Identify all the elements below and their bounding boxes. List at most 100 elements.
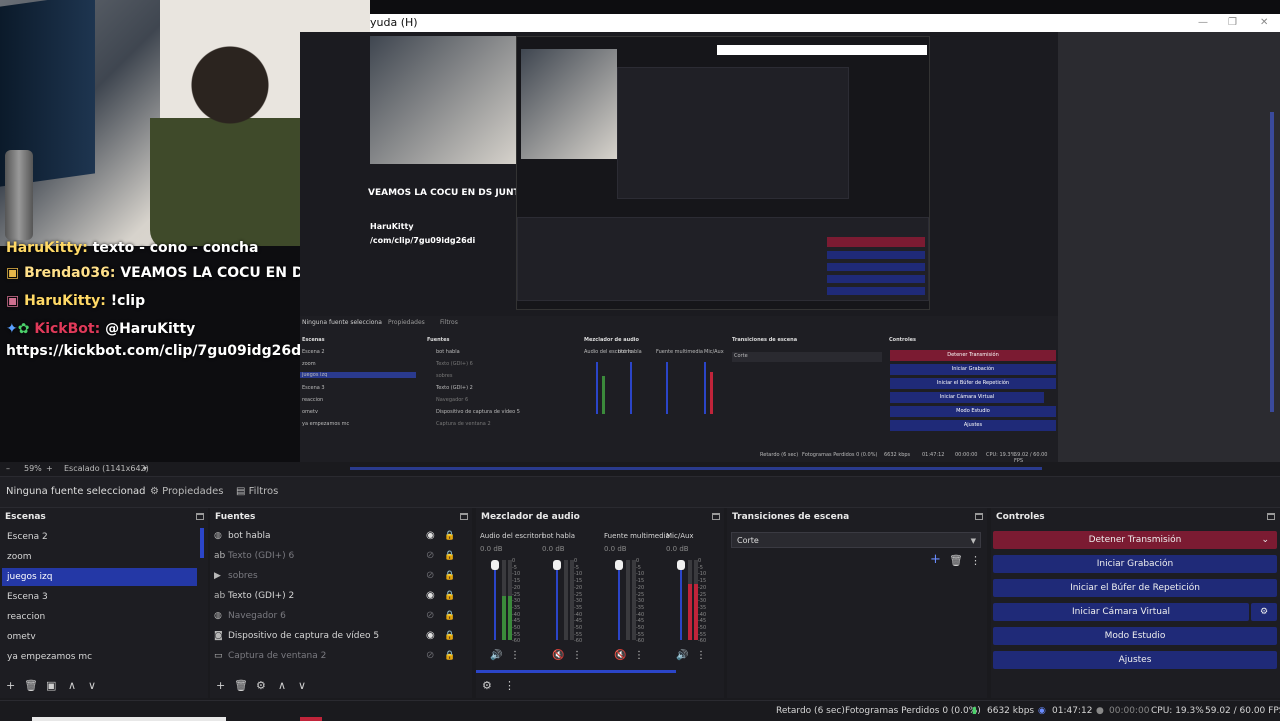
channel-menu-button[interactable]: ⋮ bbox=[572, 650, 582, 661]
scene-item[interactable]: ometv bbox=[2, 628, 197, 646]
fader-handle[interactable] bbox=[491, 560, 499, 570]
channel-menu-button[interactable]: ⋮ bbox=[510, 650, 520, 661]
scene-item[interactable]: zoom bbox=[2, 548, 197, 566]
source-item[interactable]: ab Texto (GDI+) 6 ⊘ 🔒 bbox=[210, 546, 472, 566]
muted-speaker-icon[interactable]: 🔇 bbox=[552, 650, 564, 661]
source-item[interactable]: ▭ Captura de ventana 2 ⊘ 🔒 bbox=[210, 646, 472, 666]
settings-button[interactable]: Ajustes bbox=[993, 651, 1277, 669]
zoom-in-button[interactable]: + bbox=[46, 464, 53, 473]
globe-icon: ◍ bbox=[214, 531, 222, 541]
controls-dock: Controles Detener Transmisión ⌄ Iniciar … bbox=[991, 508, 1280, 698]
mixer-scrollbar[interactable] bbox=[476, 670, 676, 673]
move-up-button[interactable]: ∧ bbox=[278, 680, 286, 692]
eye-off-icon[interactable]: ⊘ bbox=[426, 546, 434, 566]
virtual-camera-button[interactable]: Iniciar Cámara Virtual bbox=[993, 603, 1249, 621]
scene-item[interactable]: ya empezamos mc bbox=[2, 648, 197, 666]
minimize-icon[interactable]: — bbox=[1198, 14, 1208, 32]
source-item[interactable]: ◙ Dispositivo de captura de vídeo 5 ◉ 🔒 bbox=[210, 626, 472, 646]
scene-item[interactable]: Escena 3 bbox=[2, 588, 197, 606]
sources-dock: Fuentes ◍ bot habla ◉ 🔒 ab Texto (GDI+) 6 ⊘ 🔒 ▶ s… bbox=[210, 508, 472, 698]
eye-icon[interactable]: ◉ bbox=[426, 586, 435, 606]
transition-menu-button[interactable]: ⋮ bbox=[970, 555, 981, 567]
remove-source-button[interactable]: 🗑 bbox=[234, 680, 248, 692]
chevron-down-icon[interactable]: ⌄ bbox=[1261, 531, 1269, 549]
lock-icon[interactable]: 🔒 bbox=[444, 566, 455, 586]
close-icon[interactable]: ✕ bbox=[1260, 14, 1268, 32]
source-item[interactable]: ◍ bot habla ◉ 🔒 bbox=[210, 526, 472, 546]
chevron-down-icon[interactable]: ▾ bbox=[143, 464, 147, 473]
fader-handle[interactable] bbox=[677, 560, 685, 570]
move-down-button[interactable]: ∨ bbox=[88, 680, 96, 692]
source-properties-button[interactable]: ⚙ bbox=[256, 680, 266, 692]
undock-icon[interactable] bbox=[712, 513, 720, 520]
add-source-button[interactable]: + bbox=[216, 680, 225, 692]
lock-icon[interactable]: 🔒 bbox=[444, 626, 455, 646]
scene-item[interactable]: juegos izq bbox=[2, 568, 197, 586]
volume-fader[interactable] bbox=[556, 560, 558, 640]
move-down-button[interactable]: ∨ bbox=[298, 680, 306, 692]
db-scale: 0 -5 -10 -15 -20 -25 -30 -35 -40 -45 -50 -55 -60 bbox=[574, 558, 583, 645]
fader-handle[interactable] bbox=[615, 560, 623, 570]
add-transition-button[interactable]: + bbox=[930, 553, 941, 566]
properties-button[interactable]: ⚙ Propiedades bbox=[150, 486, 223, 497]
volume-fader[interactable] bbox=[680, 560, 682, 640]
preview-scrollbar[interactable] bbox=[350, 467, 1042, 470]
scene-item[interactable]: Escena 2 bbox=[2, 528, 197, 546]
channel-menu-button[interactable]: ⋮ bbox=[696, 650, 706, 661]
add-scene-button[interactable]: + bbox=[6, 680, 15, 692]
move-up-button[interactable]: ∧ bbox=[68, 680, 76, 692]
stop-stream-button[interactable]: Detener Transmisión ⌄ bbox=[993, 531, 1277, 549]
eye-off-icon[interactable]: ⊘ bbox=[426, 646, 434, 666]
channel-menu-button[interactable]: ⋮ bbox=[634, 650, 644, 661]
remove-scene-button[interactable]: 🗑 bbox=[24, 680, 38, 692]
source-item[interactable]: ab Texto (GDI+) 2 ◉ 🔒 bbox=[210, 586, 472, 606]
volume-fader[interactable] bbox=[494, 560, 496, 640]
remove-transition-button[interactable]: 🗑 bbox=[949, 555, 963, 567]
lock-icon[interactable]: 🔒 bbox=[444, 586, 455, 606]
filters-button[interactable]: ▤ Filtros bbox=[236, 486, 278, 497]
zoom-percent[interactable]: 59% bbox=[24, 464, 42, 473]
eye-off-icon[interactable]: ⊘ bbox=[426, 566, 434, 586]
source-item[interactable]: ▶ sobres ⊘ 🔒 bbox=[210, 566, 472, 586]
level-meter bbox=[688, 560, 692, 640]
stream-icon: ◉ bbox=[1038, 706, 1046, 716]
lock-icon[interactable]: 🔒 bbox=[444, 526, 455, 546]
scene-filters-button[interactable]: ▣ bbox=[46, 680, 56, 692]
transition-select[interactable]: Corte ▼ bbox=[731, 532, 981, 548]
controls-title: Controles bbox=[996, 512, 1045, 522]
virtual-camera-settings-button[interactable]: ⚙ bbox=[1251, 603, 1277, 621]
channel-name: bot habla bbox=[542, 532, 576, 540]
help-menu[interactable]: yuda (H) bbox=[370, 14, 418, 32]
eye-icon[interactable]: ◉ bbox=[426, 526, 435, 546]
lock-icon[interactable]: 🔒 bbox=[444, 546, 455, 566]
mixer-menu-button[interactable]: ⋮ bbox=[504, 680, 515, 692]
no-source-label: Ninguna fuente seleccionad bbox=[6, 486, 146, 497]
speaker-icon[interactable]: 🔊 bbox=[490, 650, 502, 661]
undock-icon[interactable] bbox=[196, 513, 204, 520]
muted-speaker-icon[interactable]: 🔇 bbox=[614, 650, 626, 661]
studio-mode-button[interactable]: Modo Estudio bbox=[993, 627, 1277, 645]
scene-item[interactable]: reaccion bbox=[2, 608, 197, 626]
lock-icon[interactable]: 🔒 bbox=[444, 606, 455, 626]
maximize-icon[interactable]: ❐ bbox=[1228, 14, 1237, 32]
eye-icon[interactable]: ◉ bbox=[426, 626, 435, 646]
scale-mode[interactable]: Escalado (1141x642) bbox=[64, 464, 149, 473]
undock-icon[interactable] bbox=[975, 513, 983, 520]
start-recording-button[interactable]: Iniciar Grabación bbox=[993, 555, 1277, 573]
mixer-settings-button[interactable]: ⚙ bbox=[482, 680, 492, 692]
undock-icon[interactable] bbox=[460, 513, 468, 520]
program-preview[interactable]: HaruKitty: texto - cono - concha ▣ Brend… bbox=[0, 0, 1280, 462]
db-scale: 0 -5 -10 -15 -20 -25 -30 -35 -40 -45 -50 -55 -60 bbox=[512, 558, 521, 645]
lock-icon[interactable]: 🔒 bbox=[444, 646, 455, 666]
replay-buffer-button[interactable]: Iniciar el Búfer de Repetición bbox=[993, 579, 1277, 597]
eye-off-icon[interactable]: ⊘ bbox=[426, 606, 434, 626]
db-scale: 0 -5 -10 -15 -20 -25 -30 -35 -40 -45 -50 -55 -60 bbox=[698, 558, 707, 645]
volume-fader[interactable] bbox=[618, 560, 620, 640]
fader-handle[interactable] bbox=[553, 560, 561, 570]
source-item[interactable]: ◍ Navegador 6 ⊘ 🔒 bbox=[210, 606, 472, 626]
scrollbar[interactable] bbox=[200, 528, 204, 558]
undock-icon[interactable] bbox=[1267, 513, 1275, 520]
source-list: ◍ bot habla ◉ 🔒 ab Texto (GDI+) 6 ⊘ 🔒 ▶ sobres ⊘ 🔒 a… bbox=[210, 526, 472, 676]
zoom-out-button[interactable]: – bbox=[6, 464, 10, 473]
speaker-icon[interactable]: 🔊 bbox=[676, 650, 688, 661]
